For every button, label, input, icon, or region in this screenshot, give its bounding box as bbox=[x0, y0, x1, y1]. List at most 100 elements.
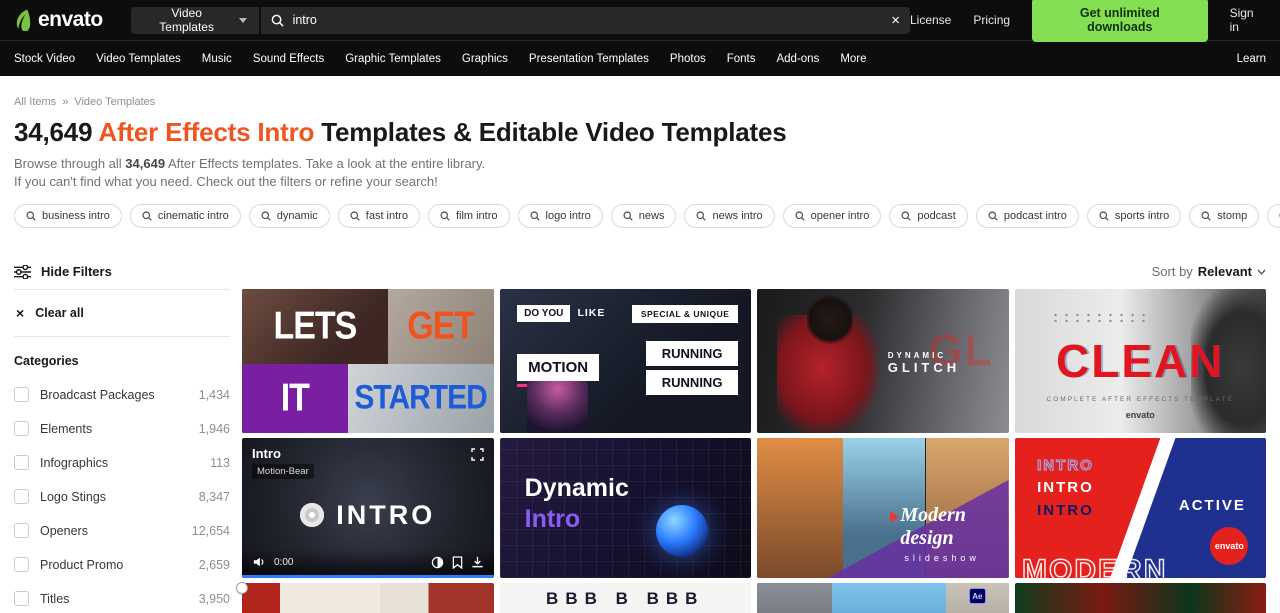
checkbox-product-promo[interactable] bbox=[14, 557, 29, 572]
clear-all-label: Clear all bbox=[35, 306, 84, 320]
template-card-clean[interactable]: CLEAN COMPLETE AFTER EFFECTS TEMPLATE en… bbox=[1014, 289, 1266, 433]
search-input[interactable] bbox=[292, 13, 883, 27]
thumb-block: LETS bbox=[242, 289, 388, 364]
thumb-title: INTRO INTRO INTRO bbox=[1037, 455, 1094, 523]
tag-business-intro[interactable]: business intro bbox=[14, 204, 122, 228]
hide-filters-label: Hide Filters bbox=[41, 264, 112, 279]
category-count: 3,950 bbox=[198, 591, 230, 606]
sort-value: Relevant bbox=[1197, 264, 1252, 279]
nav-item-add-ons[interactable]: Add-ons bbox=[776, 53, 819, 65]
tag-stomp[interactable]: stomp bbox=[1189, 204, 1260, 228]
category-label: Elements bbox=[40, 421, 93, 436]
tag-sports-intro[interactable]: sports intro bbox=[1086, 204, 1182, 228]
checkbox-infographics[interactable] bbox=[14, 455, 29, 470]
nav-item-presentation-templates[interactable]: Presentation Templates bbox=[529, 53, 649, 65]
thumb-word: ACTIVE bbox=[1178, 496, 1246, 514]
template-card-intro-active[interactable]: INTRO INTRO INTRO ACTIVE MODERN envato bbox=[1014, 438, 1266, 578]
player-scrubber-handle[interactable] bbox=[237, 583, 247, 593]
contrast-icon[interactable] bbox=[431, 556, 444, 569]
volume-icon[interactable] bbox=[252, 556, 266, 568]
tag-opener-intro[interactable]: opener intro bbox=[782, 204, 882, 228]
template-card-partial-1[interactable] bbox=[242, 583, 494, 613]
category-label: Titles bbox=[40, 591, 70, 606]
nav-item-more[interactable]: More bbox=[840, 53, 866, 65]
template-card-intro-player[interactable]: Intro Motion-Bear INTRO 0:00 bbox=[242, 438, 494, 578]
category-label: Infographics bbox=[40, 455, 109, 470]
tag-podcast[interactable]: podcast bbox=[889, 204, 968, 228]
video-center: INTRO bbox=[242, 500, 494, 531]
checkbox-openers[interactable] bbox=[14, 523, 29, 538]
category-elements[interactable]: Elements 1,946 bbox=[14, 421, 230, 436]
hide-filters-button[interactable]: Hide Filters bbox=[14, 264, 112, 279]
nav-item-photos[interactable]: Photos bbox=[670, 53, 706, 65]
checkbox-titles[interactable] bbox=[14, 591, 29, 606]
checkbox-elements[interactable] bbox=[14, 421, 29, 436]
thumb-word: Dynamic bbox=[524, 474, 629, 503]
tag-cinematic-intro[interactable]: cinematic intro bbox=[129, 204, 241, 228]
template-card-partial-4[interactable] bbox=[1014, 583, 1266, 613]
thumb-word: MOTION bbox=[517, 353, 600, 381]
license-link[interactable]: License bbox=[910, 13, 951, 27]
category-titles[interactable]: Titles 3,950 bbox=[14, 591, 230, 606]
template-card-partial-2[interactable]: BBB B BBB bbox=[499, 583, 751, 613]
top-links: License Pricing Get unlimited downloads … bbox=[910, 0, 1266, 42]
category-broadcast-packages[interactable]: Broadcast Packages 1,434 bbox=[14, 387, 230, 402]
nav-item-fonts[interactable]: Fonts bbox=[727, 53, 756, 65]
sort-dropdown[interactable]: Sort by Relevant bbox=[1152, 264, 1266, 279]
filters-sidebar: × Clear all Categories Broadcast Package… bbox=[14, 289, 230, 613]
bookmark-icon[interactable] bbox=[452, 555, 463, 569]
get-unlimited-downloads-button[interactable]: Get unlimited downloads bbox=[1032, 0, 1208, 42]
video-meta: Intro Motion-Bear bbox=[252, 446, 314, 479]
tag-fast-intro[interactable]: fast intro bbox=[337, 204, 420, 228]
breadcrumb-all-items[interactable]: All Items bbox=[14, 96, 56, 108]
template-card-dynamic-intro[interactable]: Dynamic Intro bbox=[499, 438, 751, 578]
download-icon[interactable] bbox=[471, 556, 484, 569]
thumb-photo bbox=[527, 381, 588, 433]
tag-label: dynamic bbox=[276, 210, 318, 222]
category-logo-stings[interactable]: Logo Stings 8,347 bbox=[14, 489, 230, 504]
breadcrumb-video-templates[interactable]: Video Templates bbox=[74, 96, 155, 108]
thumb-title: INTRO bbox=[336, 499, 436, 530]
tag-dynamic[interactable]: dynamic bbox=[248, 204, 330, 228]
nav-item-learn[interactable]: Learn bbox=[1237, 53, 1266, 65]
tag-news-intro[interactable]: news intro bbox=[684, 204, 775, 228]
template-card-motion-running[interactable]: DO YOU LIKE SPECIAL & UNIQUE MOTION RUNN… bbox=[499, 289, 751, 433]
nav-item-graphic-templates[interactable]: Graphic Templates bbox=[345, 53, 441, 65]
top-bar: envato Video Templates × License Pricing… bbox=[0, 0, 1280, 42]
tag-logo-intro[interactable]: logo intro bbox=[517, 204, 603, 228]
nav-item-video-templates[interactable]: Video Templates bbox=[96, 53, 181, 65]
tag-film-intro[interactable]: film intro bbox=[427, 204, 510, 228]
thumb-block: IT bbox=[242, 363, 348, 433]
category-count: 2,659 bbox=[198, 557, 230, 572]
search-bar[interactable]: × bbox=[260, 6, 910, 34]
envato-logo[interactable]: envato bbox=[14, 8, 103, 32]
nav-item-stock-video[interactable]: Stock Video bbox=[14, 53, 75, 65]
sign-in-link[interactable]: Sign in bbox=[1230, 6, 1266, 34]
checkbox-logo-stings[interactable] bbox=[14, 489, 29, 504]
nav-item-graphics[interactable]: Graphics bbox=[462, 53, 508, 65]
template-card-modern-design-slideshow[interactable]: Modern design slideshow bbox=[757, 438, 1009, 578]
tag-youtube[interactable]: youtube bbox=[1267, 204, 1280, 228]
search-icon bbox=[271, 14, 284, 27]
checkbox-broadcast-packages[interactable] bbox=[14, 387, 29, 402]
clear-all-button[interactable]: × Clear all bbox=[14, 290, 230, 337]
nav-item-sound-effects[interactable]: Sound Effects bbox=[253, 53, 324, 65]
video-author[interactable]: Motion-Bear bbox=[252, 464, 314, 479]
pricing-link[interactable]: Pricing bbox=[973, 13, 1010, 27]
template-card-dynamic-glitch[interactable]: GL DYNAMIC GLITCH bbox=[757, 289, 1009, 433]
category-openers[interactable]: Openers 12,654 bbox=[14, 523, 230, 538]
search-icon bbox=[142, 211, 152, 221]
template-card-partial-3[interactable]: Ae bbox=[757, 583, 1009, 613]
category-product-promo[interactable]: Product Promo 2,659 bbox=[14, 557, 230, 572]
video-progress-bar[interactable] bbox=[242, 575, 494, 578]
category-dropdown[interactable]: Video Templates bbox=[130, 6, 259, 34]
category-infographics[interactable]: Infographics 113 bbox=[14, 455, 230, 470]
tag-news[interactable]: news bbox=[610, 204, 677, 228]
clear-search-icon[interactable]: × bbox=[891, 13, 900, 28]
search-area: Video Templates × bbox=[130, 6, 910, 34]
page-title: 34,649 After Effects Intro Templates & E… bbox=[14, 117, 1266, 148]
expand-icon[interactable] bbox=[470, 448, 484, 461]
tag-podcast-intro[interactable]: podcast intro bbox=[975, 204, 1079, 228]
template-card-lets-get-it-started[interactable]: LETS GET IT STARTED bbox=[242, 289, 494, 433]
nav-item-music[interactable]: Music bbox=[202, 53, 232, 65]
